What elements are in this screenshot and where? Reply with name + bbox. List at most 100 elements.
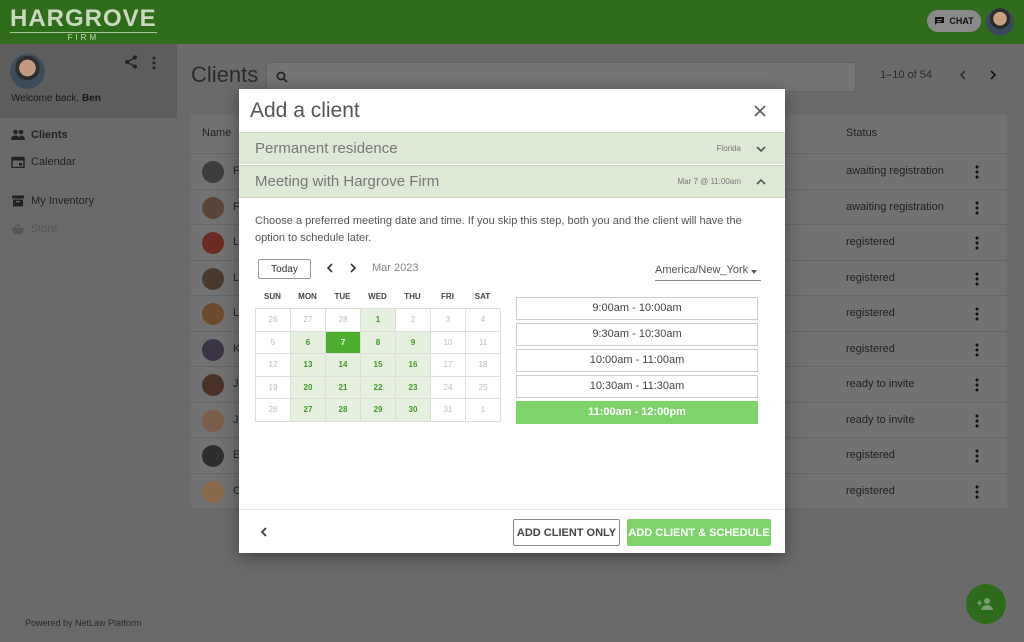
chevron-left-icon[interactable] (259, 525, 269, 539)
sidebar-item-inventory[interactable]: My Inventory (11, 195, 94, 207)
calendar-day-selected[interactable]: 7 (326, 331, 361, 355)
calendar-day: 3 (431, 309, 466, 332)
calendar-day[interactable]: 14 (326, 354, 361, 377)
sidebar-item-clients[interactable]: Clients (11, 129, 68, 141)
calendar-day[interactable]: 13 (291, 354, 326, 377)
more-vert-icon[interactable] (975, 307, 979, 321)
time-slot[interactable]: 10:30am - 11:30am (516, 375, 758, 398)
section-value: Mar 7 @ 11:00am (677, 177, 741, 186)
avatar (202, 161, 224, 183)
avatar (202, 232, 224, 254)
calendar-day[interactable]: 1 (361, 309, 396, 332)
chevron-right-icon[interactable] (347, 261, 359, 275)
today-button[interactable]: Today (258, 259, 311, 279)
dialog-title: Add a client (250, 99, 360, 122)
column-header-status[interactable]: Status (846, 127, 877, 139)
weekday-label: TUE (334, 292, 351, 301)
calendar-day[interactable]: 30 (396, 399, 431, 422)
top-bar: HARGROVE FIRM CHAT (0, 0, 1024, 44)
user-avatar[interactable] (986, 8, 1014, 36)
archive-icon (12, 195, 24, 207)
chevron-left-icon[interactable] (324, 261, 336, 275)
client-name: J (233, 378, 239, 390)
more-vert-icon[interactable] (975, 236, 979, 250)
chevron-left-icon[interactable] (958, 68, 968, 82)
page-title: Clients (191, 62, 259, 87)
sidebar-item-store[interactable]: Store (11, 223, 57, 235)
calendar-icon (11, 156, 25, 168)
calendar-day[interactable]: 20 (291, 376, 326, 400)
add-client-only-button[interactable]: ADD CLIENT ONLY (513, 519, 620, 546)
calendar-day: 17 (431, 354, 466, 377)
section-label: Permanent residence (255, 140, 398, 157)
section-label: Meeting with Hargrove Firm (255, 173, 440, 190)
calendar-day[interactable]: 21 (326, 376, 361, 400)
status-text: registered (846, 271, 895, 284)
weekday-label: WED (368, 292, 387, 301)
meeting-instructions: Choose a preferred meeting date and time… (255, 215, 742, 244)
time-slot[interactable]: 10:00am - 11:00am (516, 349, 758, 372)
calendar-day[interactable]: 23 (396, 376, 431, 400)
avatar (202, 338, 224, 361)
calendar-day[interactable]: 28 (326, 399, 361, 422)
weekday-label: SUN (264, 292, 281, 301)
close-icon[interactable] (753, 104, 767, 118)
more-vert-icon[interactable] (975, 272, 979, 286)
more-vert-icon[interactable] (975, 165, 979, 179)
logo-wordmark: HARGROVE (10, 5, 157, 32)
calendar-day[interactable]: 15 (361, 354, 396, 377)
time-slot-selected[interactable]: 11:00am - 12:00pm (516, 401, 758, 424)
welcome-prefix: Welcome back, (11, 93, 82, 104)
chevron-up-icon[interactable] (755, 176, 767, 188)
avatar (202, 196, 224, 219)
time-slot[interactable]: 9:00am - 10:00am (516, 297, 758, 320)
status-text: awaiting registration (846, 200, 944, 213)
profile-avatar[interactable] (10, 54, 45, 89)
status-text: registered (846, 449, 895, 461)
weekday-label: SAT (474, 292, 491, 301)
more-vert-icon[interactable] (975, 201, 979, 215)
column-header-name[interactable]: Name (202, 127, 231, 139)
add-person-fab[interactable] (966, 584, 1006, 624)
chat-button[interactable]: CHAT (927, 10, 981, 32)
chat-icon (935, 17, 945, 25)
time-slot[interactable]: 9:30am - 10:30am (516, 323, 758, 346)
firm-logo[interactable]: HARGROVE FIRM (10, 6, 157, 43)
chevron-down-icon[interactable] (755, 143, 767, 155)
sidebar-item-calendar[interactable]: Calendar (11, 156, 76, 168)
search-input[interactable] (266, 62, 856, 92)
client-name: J (233, 413, 239, 426)
more-vert-icon[interactable] (975, 378, 979, 392)
sidebar: Welcome back, Ben Clients Calendar My In… (0, 44, 177, 642)
more-vert-icon[interactable] (975, 343, 979, 357)
calendar-day[interactable]: 29 (361, 399, 396, 422)
more-vert-icon[interactable] (975, 414, 979, 428)
avatar (202, 303, 224, 325)
calendar-day: 28 (326, 309, 361, 332)
calendar-day: 25 (466, 376, 501, 400)
chevron-right-icon[interactable] (988, 68, 998, 82)
share-icon[interactable] (124, 55, 138, 69)
month-label: Mar 2023 (372, 262, 419, 274)
more-vert-icon[interactable] (152, 56, 156, 70)
section-permanent-residence[interactable]: Permanent residence Florida (239, 132, 785, 164)
add-client-schedule-button[interactable]: ADD CLIENT & SCHEDULE (627, 519, 771, 546)
calendar-day: 18 (466, 354, 501, 377)
calendar-day[interactable]: 9 (396, 331, 431, 355)
more-vert-icon[interactable] (975, 485, 979, 499)
calendar-day: 19 (256, 376, 291, 400)
status-text: ready to invite (846, 413, 915, 426)
calendar-day[interactable]: 27 (291, 399, 326, 422)
more-vert-icon[interactable] (975, 449, 979, 463)
avatar (202, 267, 224, 290)
calendar-day: 26 (256, 399, 291, 422)
section-meeting[interactable]: Meeting with Hargrove Firm Mar 7 @ 11:00… (239, 165, 785, 198)
calendar-day[interactable]: 16 (396, 354, 431, 377)
status-text: ready to invite (846, 378, 915, 390)
calendar-day[interactable]: 6 (291, 331, 326, 355)
calendar-day[interactable]: 22 (361, 376, 396, 400)
person-add-icon (977, 598, 993, 610)
calendar-day[interactable]: 8 (361, 331, 396, 355)
timezone-select[interactable]: America/New_York (655, 264, 761, 281)
sidebar-item-label: My Inventory (31, 195, 94, 207)
